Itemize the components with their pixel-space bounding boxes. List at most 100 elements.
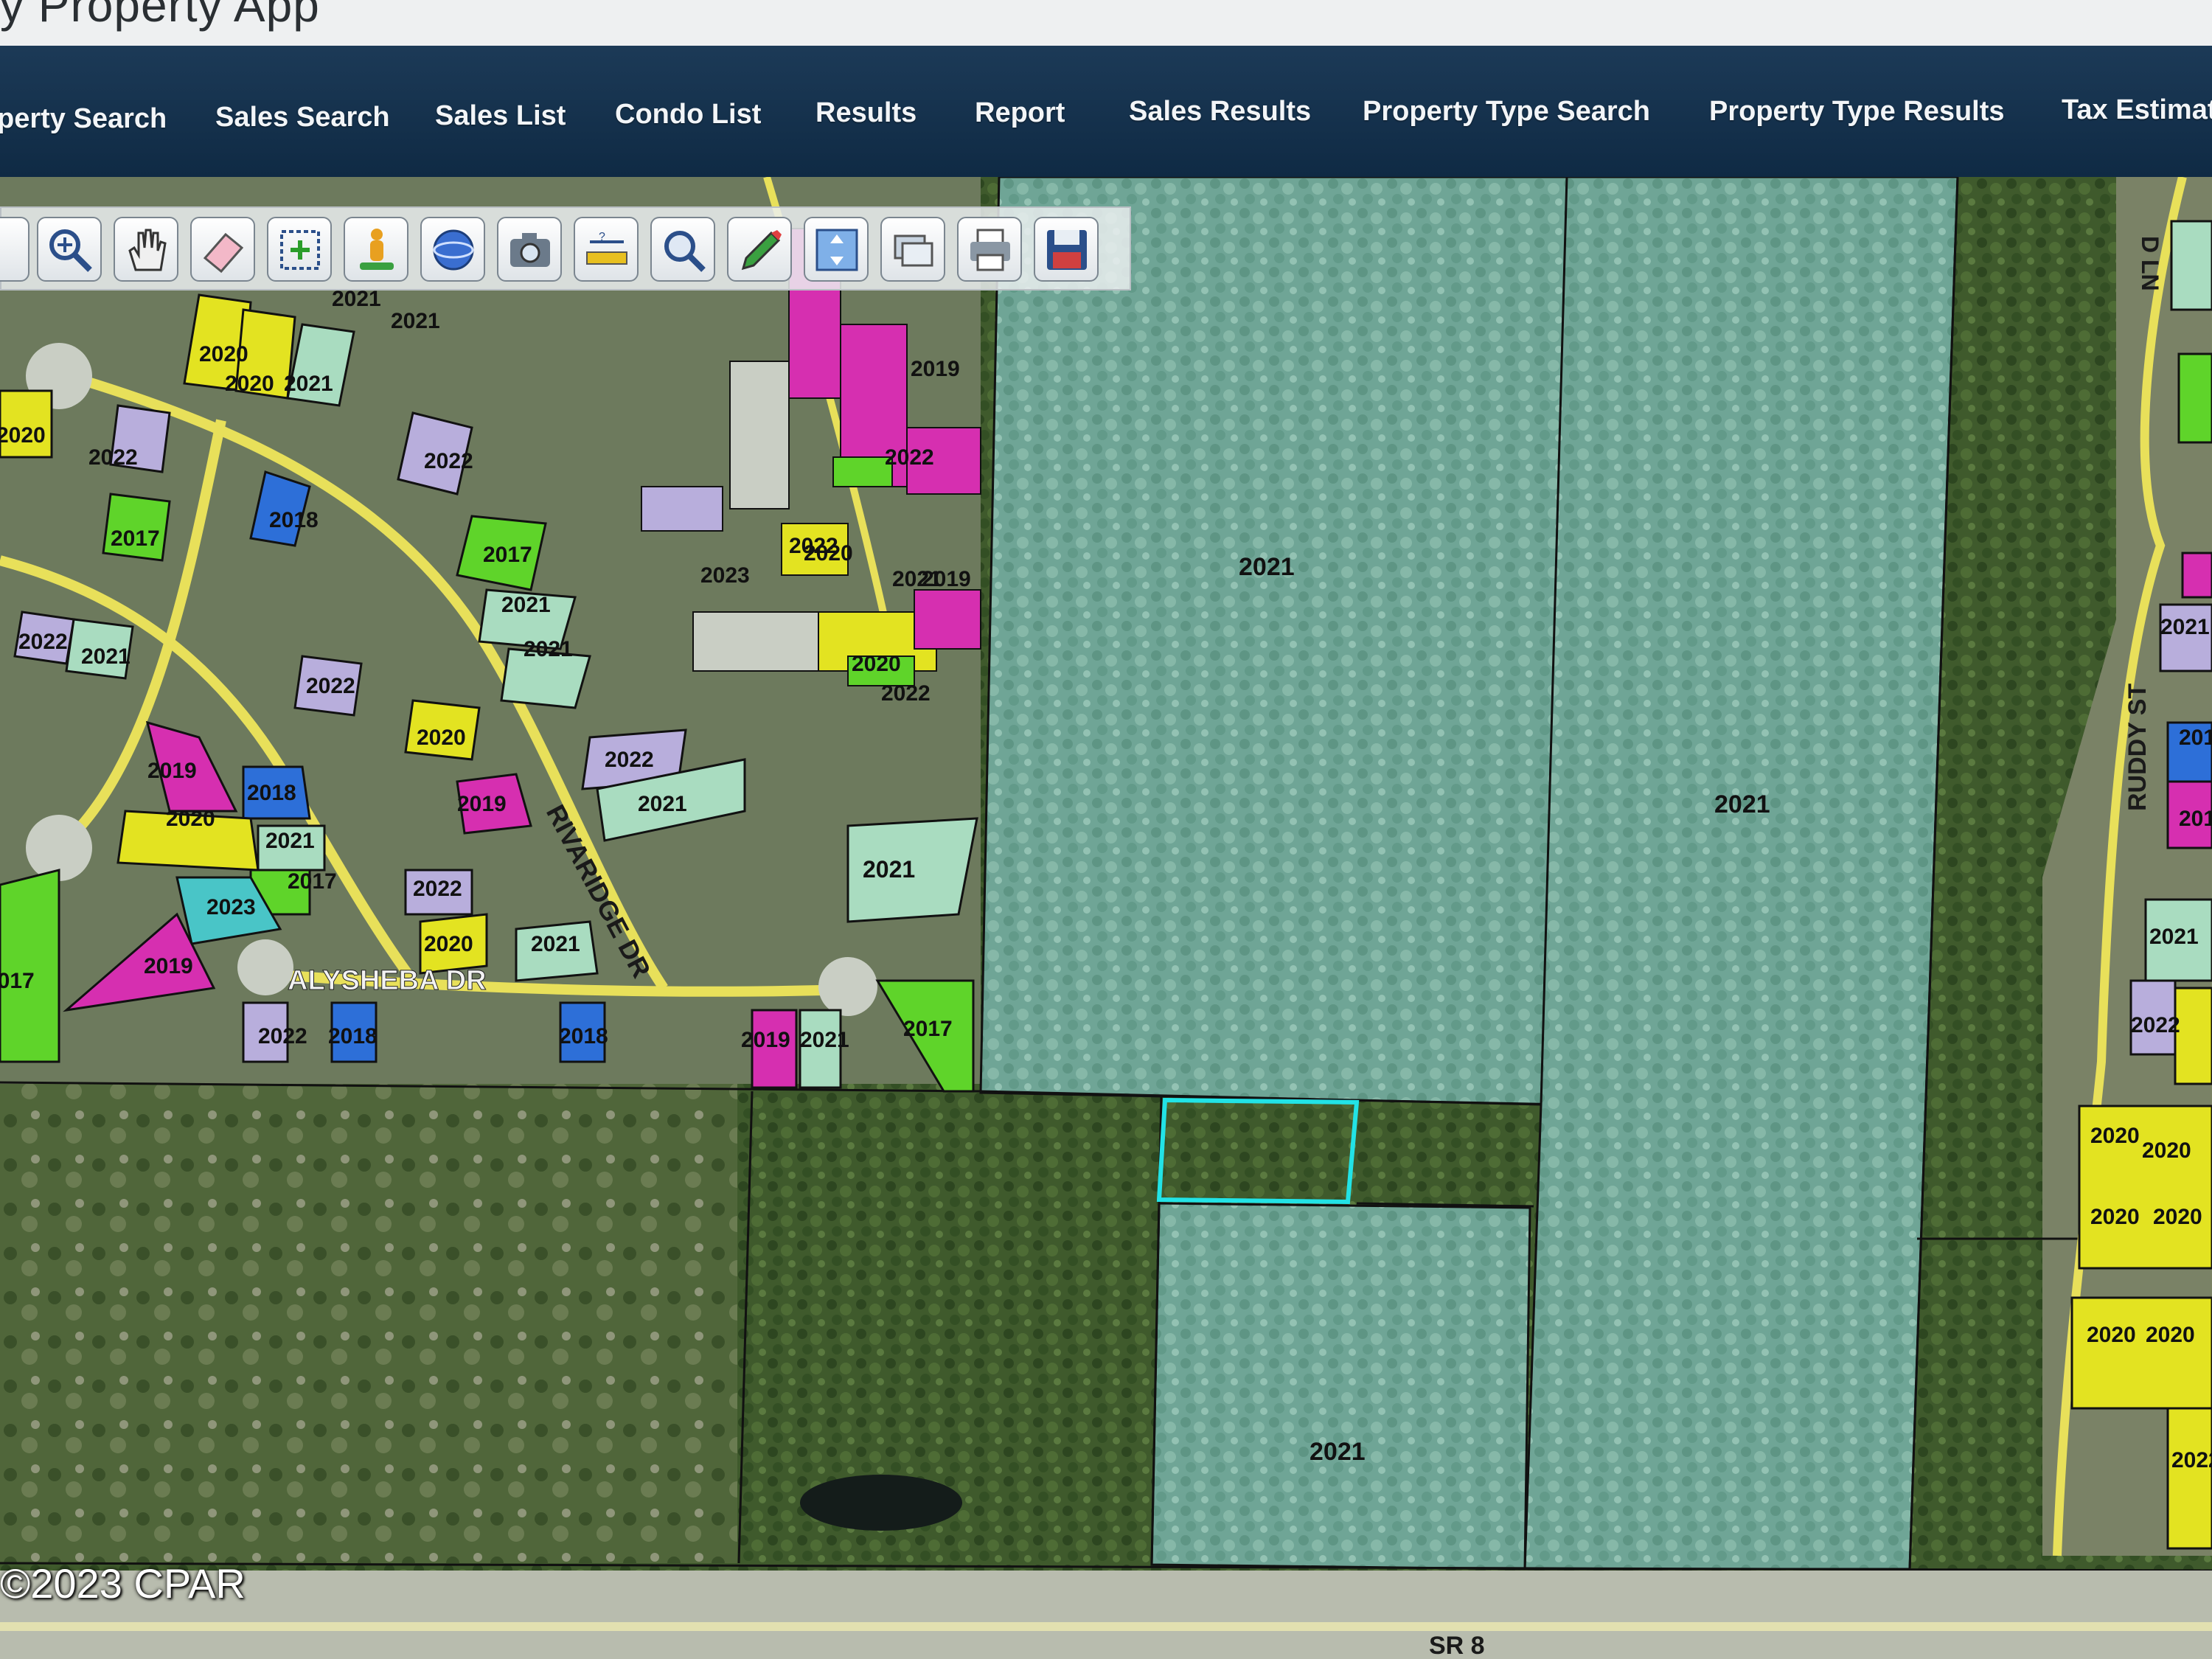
lot-label: 2020	[2153, 1205, 2202, 1229]
lot-label: 2019	[2179, 807, 2212, 831]
lot-label: 2021	[524, 637, 573, 661]
lot-label: 2017	[0, 969, 35, 993]
full-extent-icon	[815, 229, 858, 271]
highway-shoulder	[0, 1622, 2212, 1631]
parcel-south-small[interactable]	[1150, 1202, 1531, 1571]
lot-label: 2022	[18, 630, 68, 654]
lot-label: 2021	[501, 593, 551, 617]
tool-measure[interactable]: ?	[574, 217, 639, 282]
aerial-southwest-area	[0, 1077, 737, 1563]
lot-label: 2018	[328, 1024, 378, 1048]
lot-label: 2020	[424, 932, 473, 956]
tool-save[interactable]	[1034, 217, 1099, 282]
map-canvas[interactable]: RIVARIDGE DR ALYSHEBA DR RUDDY ST D LN S…	[0, 177, 2212, 1659]
lot-label: 2022	[88, 445, 138, 470]
lot-label: 2017	[288, 869, 337, 894]
tool-select[interactable]	[267, 217, 332, 282]
nav-property-type-results[interactable]: Property Type Results	[1709, 96, 2005, 128]
measure-icon: ?	[586, 231, 627, 265]
lot-label: 2021	[531, 932, 580, 956]
tool-draw[interactable]	[727, 217, 792, 282]
tool-eraser[interactable]	[190, 217, 255, 282]
tool-pan[interactable]	[114, 217, 178, 282]
nav-report[interactable]: Report	[975, 97, 1065, 129]
lot-label: 2020	[852, 652, 901, 676]
lot-label: 2019	[741, 1028, 790, 1052]
lot-label: 2020	[2087, 1323, 2136, 1347]
parcel-north-center[interactable]	[979, 177, 1568, 1106]
map-toolbar: ?	[0, 206, 1131, 291]
lot-label: 2021	[391, 309, 440, 333]
street-label-ruddy: RUDDY ST	[2124, 684, 2152, 811]
lot-label: 2021	[284, 372, 333, 396]
lot-label: 2022	[605, 748, 654, 772]
lot-label: 2020	[417, 726, 466, 750]
select-box-icon	[280, 230, 320, 270]
lot-label: 2017	[903, 1017, 953, 1041]
cul-de-sac	[818, 957, 877, 1016]
pencil-icon	[741, 230, 782, 271]
nav-sales-list[interactable]: Sales List	[435, 100, 566, 132]
parcel-label-1: 2021	[863, 856, 915, 883]
parcel-label-east-tall: 2021	[1714, 790, 1770, 818]
parcel-label-north-center: 2021	[1239, 553, 1295, 581]
lot-label: 2020	[199, 342, 248, 366]
lot-label: 2018	[2179, 726, 2212, 750]
lot-label: 2018	[269, 508, 319, 532]
lot-label: 2019	[911, 357, 960, 381]
main-navbar: perty Search Sales Search Sales List Con…	[0, 46, 2212, 177]
lot-label: 2020	[2090, 1124, 2140, 1148]
lot-label: 2023	[206, 895, 256, 919]
layers-icon	[894, 234, 933, 267]
lot-label: 2020	[2142, 1138, 2191, 1163]
save-disk-icon	[1047, 230, 1087, 270]
tool-layers[interactable]	[880, 217, 945, 282]
lot-label: 2020	[2146, 1323, 2195, 1347]
nav-results[interactable]: Results	[815, 97, 917, 129]
tool-partial[interactable]	[0, 217, 29, 282]
tool-zoom-in[interactable]	[37, 217, 102, 282]
lot-label: 2019	[147, 759, 197, 783]
lot-label: 2019	[922, 567, 971, 591]
lot-label: 2020	[166, 807, 215, 831]
tool-print[interactable]	[957, 217, 1022, 282]
tool-full-extent[interactable]	[804, 217, 869, 282]
lot-label: 2020	[2090, 1205, 2140, 1229]
globe-icon	[433, 229, 474, 271]
lot-label: 2021	[2160, 615, 2210, 639]
lot-label: 2020	[225, 372, 274, 396]
nav-property-type-search[interactable]: Property Type Search	[1363, 96, 1650, 128]
lot-label: 2020	[0, 423, 46, 448]
lot-label: 2022	[2171, 1448, 2212, 1472]
lot-label: 2022	[881, 681, 931, 706]
street-view-person-icon	[360, 229, 394, 270]
nav-condo-list[interactable]: Condo List	[615, 99, 761, 131]
street-label-sr8: SR 8	[1429, 1632, 1485, 1659]
printer-icon	[970, 229, 1010, 271]
parcel-map[interactable]: RIVARIDGE DR ALYSHEBA DR RUDDY ST D LN S…	[0, 177, 2212, 1659]
lot-label: 2021	[638, 792, 687, 816]
eraser-icon	[203, 232, 244, 274]
lot-label: 2019	[457, 792, 507, 816]
lot-label: 2021	[265, 829, 315, 853]
lot-label: 2022	[424, 449, 473, 473]
lot-label: 2017	[111, 526, 160, 551]
nav-sales-results[interactable]: Sales Results	[1129, 96, 1311, 128]
tool-search[interactable]	[650, 217, 715, 282]
app-title: y Property App	[0, 0, 320, 32]
parcel-label-south-small: 2021	[1310, 1438, 1366, 1466]
tool-camera[interactable]	[497, 217, 562, 282]
tool-globe[interactable]	[420, 217, 485, 282]
lot-label: 2022	[413, 877, 462, 901]
tool-street-view[interactable]	[344, 217, 408, 282]
lot-label: 2022	[2131, 1013, 2180, 1037]
search-magnifier-icon	[664, 231, 706, 272]
cul-de-sac	[237, 939, 293, 995]
highway-strip	[0, 1571, 2212, 1659]
nav-tax-estimator[interactable]: Tax Estimat	[2062, 94, 2212, 126]
nav-sales-search[interactable]: Sales Search	[215, 102, 390, 133]
nav-property-search[interactable]: perty Search	[0, 103, 167, 135]
lot-label: 2022	[258, 1024, 307, 1048]
parcel-east-tall[interactable]	[1523, 177, 1959, 1571]
zoom-in-icon	[49, 229, 92, 272]
